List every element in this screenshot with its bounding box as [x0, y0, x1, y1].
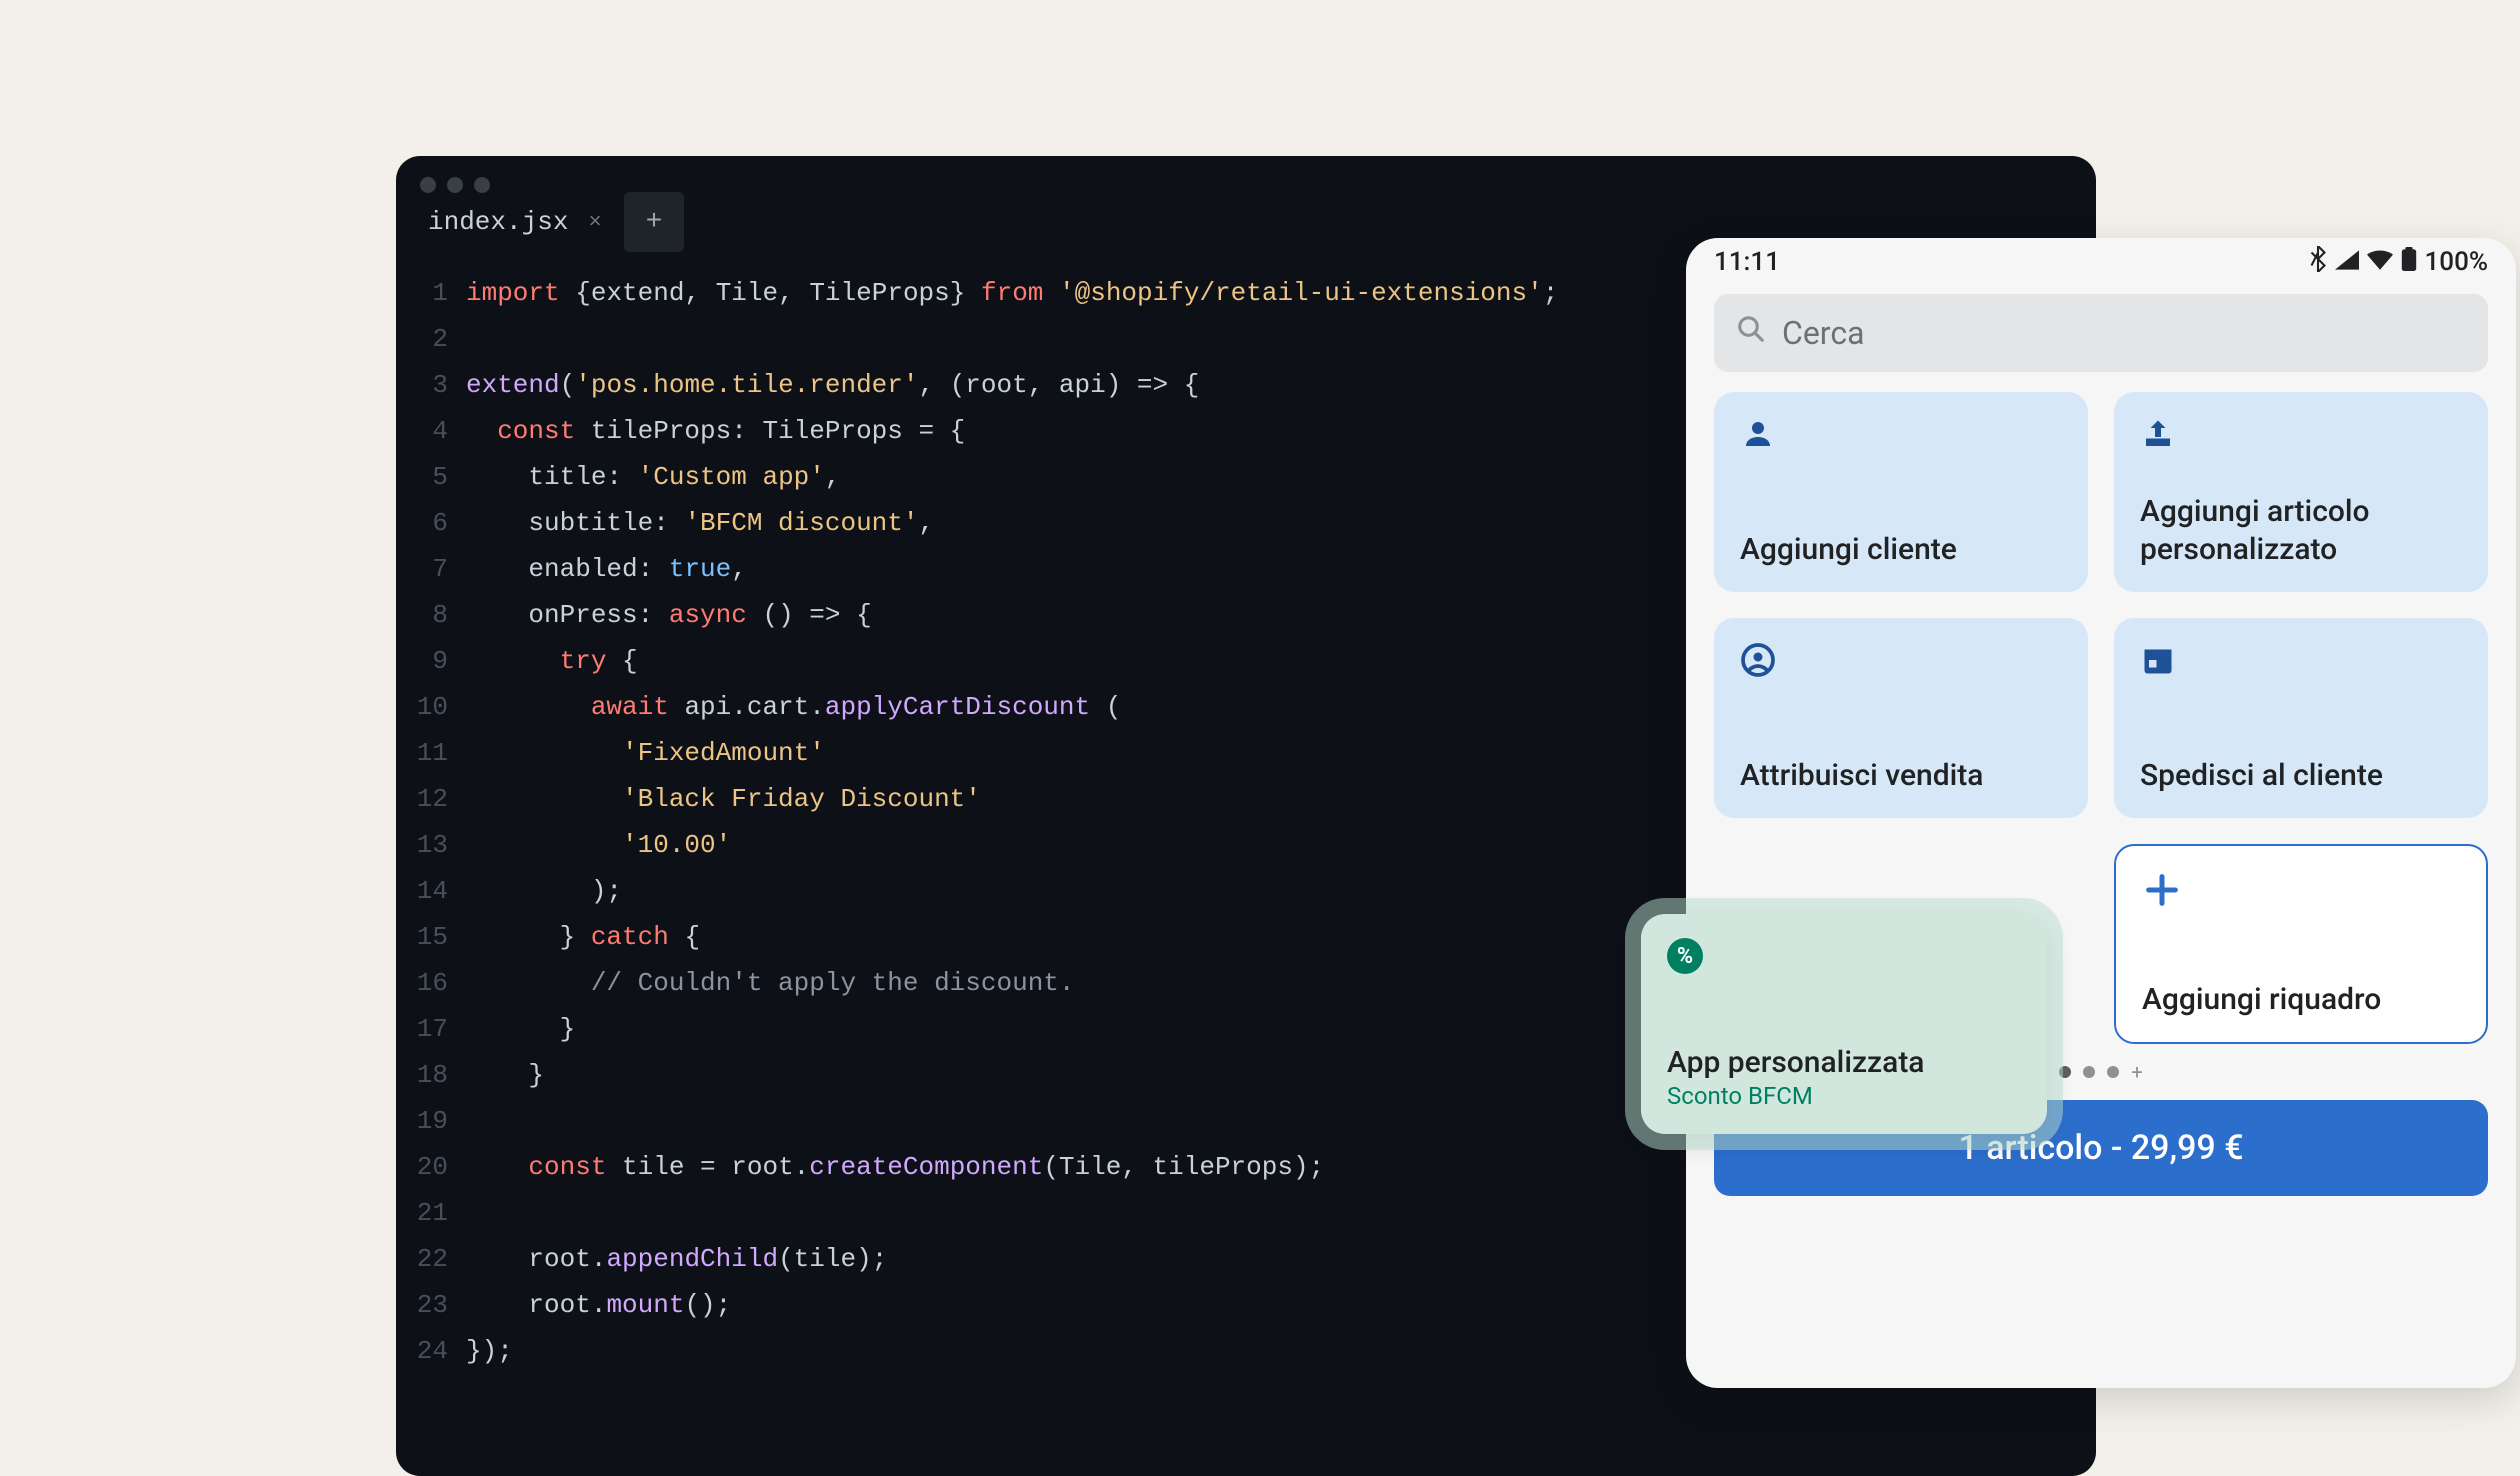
tile-custom-item[interactable]: Aggiungi articolo personalizzato: [2114, 392, 2488, 592]
status-bar: 11:11 100%: [1686, 238, 2516, 286]
calendar-icon: [2140, 642, 2462, 682]
close-icon[interactable]: ×: [588, 210, 601, 235]
tile-label: Aggiungi riquadro: [2142, 981, 2460, 1019]
tile-label: Aggiungi cliente: [1740, 531, 2062, 569]
status-time: 11:11: [1714, 247, 1780, 277]
tile-custom-app[interactable]: % App personalizzata Sconto BFCM: [1641, 914, 2047, 1134]
search-input[interactable]: Cerca: [1714, 294, 2488, 372]
custom-tile-title: App personalizzata: [1667, 1045, 2021, 1080]
window-maximize-dot[interactable]: [474, 177, 490, 193]
tab-index-jsx[interactable]: index.jsx ×: [410, 192, 620, 252]
custom-tile-subtitle: Sconto BFCM: [1667, 1082, 2021, 1110]
bluetooth-icon: [2309, 246, 2327, 279]
person-icon: [1740, 416, 2062, 456]
search-icon: [1736, 314, 1766, 352]
tile-label: Aggiungi articolo personalizzato: [2140, 493, 2462, 568]
add-page-icon[interactable]: +: [2131, 1066, 2142, 1078]
code-content[interactable]: import {extend, Tile, TileProps} from '@…: [466, 270, 1558, 1374]
wifi-icon: [2367, 247, 2393, 277]
cellular-icon: [2335, 247, 2359, 277]
tile-attribute-sale[interactable]: Attribuisci vendita: [1714, 618, 2088, 818]
tile-ship-customer[interactable]: Spedisci al cliente: [2114, 618, 2488, 818]
window-minimize-dot[interactable]: [447, 177, 463, 193]
page-dot-3[interactable]: [2107, 1066, 2119, 1078]
phone-mockup: 11:11 100% Cerca: [1686, 238, 2516, 1388]
line-gutter: 1 2 3 4 5 6 7 8 9 10 11 12 13 14 15 16 1…: [396, 270, 466, 1374]
search-placeholder: Cerca: [1782, 314, 1865, 352]
new-tab-button[interactable]: +: [624, 192, 685, 252]
user-circle-icon: [1740, 642, 2062, 682]
page-dot-1[interactable]: [2059, 1066, 2071, 1078]
window-close-dot[interactable]: [420, 177, 436, 193]
checkout-label: 1 articolo - 29,99 €: [1958, 1128, 2243, 1168]
battery-icon: [2401, 247, 2417, 278]
battery-percent: 100%: [2425, 247, 2488, 277]
tile-label: Attribuisci vendita: [1740, 757, 2062, 795]
window-titlebar: [396, 156, 2096, 192]
tab-label: index.jsx: [428, 207, 568, 237]
upload-icon: [2140, 416, 2462, 456]
tile-add-customer[interactable]: Aggiungi cliente: [1714, 392, 2088, 592]
status-icons: 100%: [2309, 246, 2488, 279]
tile-add-tile[interactable]: Aggiungi riquadro: [2114, 844, 2488, 1044]
page-dot-2[interactable]: [2083, 1066, 2095, 1078]
discount-badge-icon: %: [1667, 938, 1703, 974]
plus-icon: [2142, 870, 2460, 910]
tile-label: Spedisci al cliente: [2140, 757, 2462, 795]
